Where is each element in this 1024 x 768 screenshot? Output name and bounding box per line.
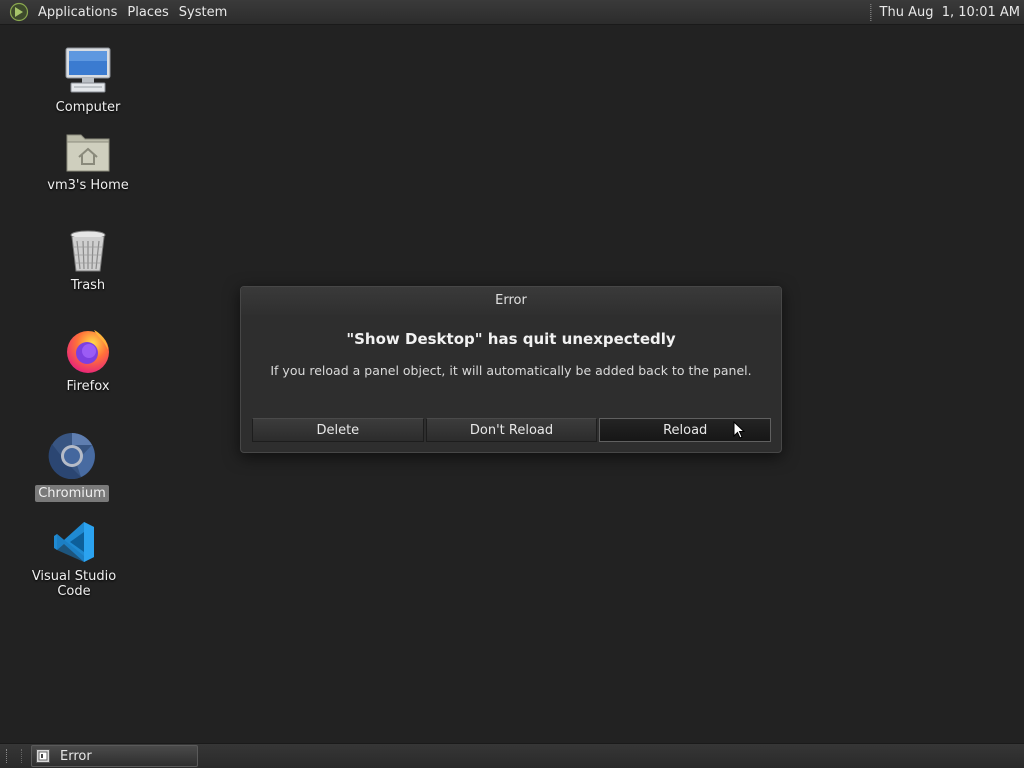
desktop-icon-home[interactable]: vm3's Home [29, 127, 147, 194]
dialog-message: If you reload a panel object, it will au… [270, 363, 752, 378]
top-panel-right: Thu Aug 1, 10:01 AM [869, 0, 1024, 25]
mate-logo-icon[interactable] [9, 2, 29, 22]
desktop-icon-firefox[interactable]: Firefox [29, 326, 147, 395]
places-menu[interactable]: Places [122, 0, 173, 25]
dialog-heading: "Show Desktop" has quit unexpectedly [346, 330, 676, 348]
panel-separator [869, 4, 872, 21]
desktop-icon-label: Trash [70, 278, 106, 293]
applications-menu[interactable]: Applications [33, 0, 122, 25]
dialog-button-row: Delete Don't Reload Reload [252, 418, 772, 442]
desktop-icon-label: Visual Studio Code [31, 569, 117, 599]
clock[interactable]: Thu Aug 1, 10:01 AM [880, 5, 1024, 20]
error-dialog: Error "Show Desktop" has quit unexpected… [240, 286, 782, 453]
desktop-icon-chromium[interactable]: Chromium [13, 431, 131, 502]
chromium-icon [13, 431, 131, 481]
dont-reload-button[interactable]: Don't Reload [425, 418, 598, 442]
desktop-icon-trash[interactable]: Trash [29, 229, 147, 294]
computer-icon [29, 45, 147, 95]
desktop-icon-label: Firefox [66, 379, 110, 394]
desktop-icon-label: Computer [55, 100, 121, 115]
top-panel: Applications Places System Thu Aug 1, 10… [0, 0, 1024, 25]
taskbar-item-label: Error [60, 748, 92, 764]
delete-button[interactable]: Delete [252, 418, 424, 442]
desktop-icon-computer[interactable]: Computer [29, 45, 147, 116]
desktop-icon-vscode[interactable]: Visual Studio Code [15, 520, 133, 600]
bottom-panel: Error [0, 743, 1024, 768]
vscode-icon [15, 520, 133, 564]
firefox-icon [29, 326, 147, 374]
taskbar-item-error[interactable]: Error [31, 745, 198, 767]
reload-button[interactable]: Reload [599, 418, 772, 442]
desktop-icon-label: vm3's Home [47, 178, 129, 193]
mouse-pointer-icon [733, 421, 745, 439]
system-menu[interactable]: System [174, 0, 232, 25]
home-folder-icon [29, 127, 147, 173]
window-icon [36, 749, 50, 763]
panel-handle[interactable] [6, 749, 22, 763]
dialog-title[interactable]: Error [241, 287, 781, 315]
desktop-icon-label: Chromium [35, 485, 109, 502]
trash-icon [29, 229, 147, 273]
